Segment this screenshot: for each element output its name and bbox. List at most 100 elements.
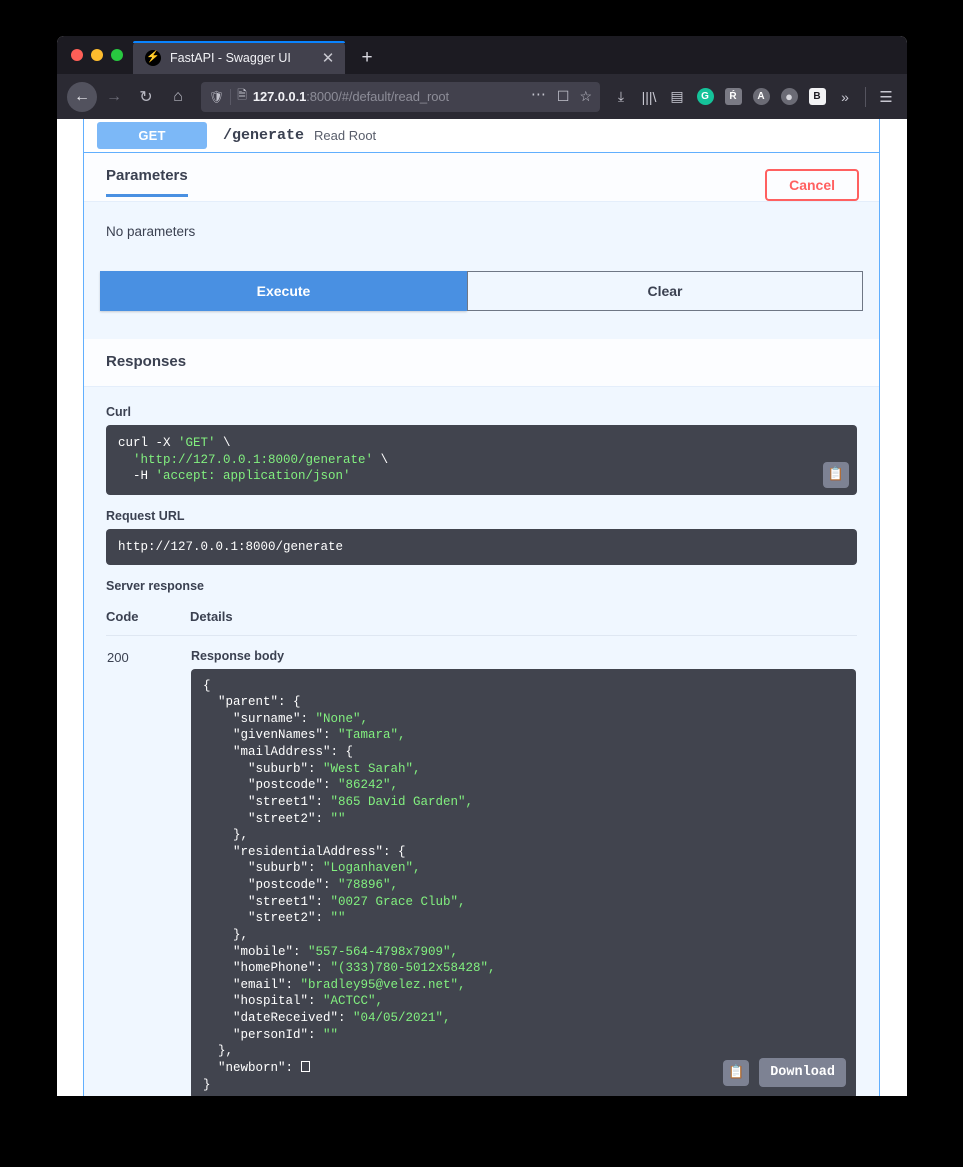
json-line: "givenNames": "Tamara", [203,728,406,743]
json-line: "street1": "865 David Garden", [203,794,474,809]
execute-clear-row: Execute Clear [84,239,879,339]
grammarly-extension-icon[interactable]: G [692,82,718,112]
json-line: }, [203,1044,234,1059]
responses-header: Responses [84,339,879,387]
operation-summary[interactable]: GET /generate Read Root [84,119,879,152]
copy-response-icon[interactable]: 📋 [723,1059,750,1086]
bookmark-star-icon[interactable]: ☆ [577,88,594,105]
column-header-code: Code [106,608,190,636]
sidebar-icon[interactable]: ▤ [664,82,690,112]
json-line: "street1": "0027 Grace Club", [203,894,466,909]
responses-body: Curl curl -X 'GET' \ 'http://127.0.0.1:8… [84,387,879,1096]
shield-icon[interactable]: 🛡 [209,90,224,104]
response-details-cell: Response body { "parent": { "surname": "… [190,635,857,1096]
download-button[interactable]: Download [759,1058,846,1088]
curl-cont-2: \ [373,452,389,467]
home-icon[interactable]: ⌂ [163,82,193,112]
curl-header-flag: -H [118,469,156,483]
responses-title: Responses [106,353,187,370]
new-tab-button[interactable]: + [353,41,381,74]
hamburger-menu-icon[interactable]: ☰ [873,82,899,112]
a-extension-icon[interactable]: A [748,82,774,112]
status-code-cell: 200 [106,635,190,1096]
minimize-window-button[interactable] [91,49,103,61]
response-body-actions: 📋 Download [723,1058,846,1088]
close-window-button[interactable] [71,49,83,61]
json-line: "suburb": "Loganhaven", [203,861,421,876]
server-response-label: Server response [106,578,204,593]
maximize-window-button[interactable] [111,49,123,61]
json-line: "mailAddress": { [203,745,354,759]
forward-icon[interactable]: → [99,82,129,112]
json-line: "residentialAddress": { [203,844,406,859]
r-badge: Ŕ [724,88,742,105]
overflow-chevron-icon[interactable]: » [832,82,858,112]
curl-prefix: curl -X [118,436,179,450]
circle-extension-icon[interactable]: ● [776,82,802,112]
page-actions-icon[interactable]: ⋯ [529,85,549,108]
bitwarden-badge: B [808,88,826,105]
back-icon[interactable]: ← [67,81,97,112]
table-header-row: Code Details [106,608,857,636]
browser-tab-title: FastAPI - Swagger UI [170,50,291,65]
json-line: "mobile": "557-564-4798x7909", [203,944,459,959]
curl-method: 'GET' [178,436,216,450]
operation-block-get-generate: GET /generate Read Root Parameters Cance… [83,119,880,1096]
table-row: 200 Response body { "parent": { "surname… [106,635,857,1096]
browser-tab[interactable]: ⚡ FastAPI - Swagger UI ✕ [133,41,345,74]
operation-body: Parameters Cancel No parameters Execute … [84,152,879,1096]
curl-label: Curl [106,405,131,419]
reader-mode-icon[interactable]: ☐ [555,88,572,105]
curl-header: 'accept: application/json' [155,469,351,483]
bitwarden-extension-icon[interactable]: B [804,82,830,112]
reload-icon[interactable]: ↻ [131,82,161,112]
clear-button[interactable]: Clear [467,271,863,311]
json-line: "hospital": "ACTCC", [203,994,384,1009]
json-line: "newborn": [203,1060,310,1075]
request-url-label: Request URL [106,508,185,523]
tab-strip: ⚡ FastAPI - Swagger UI ✕ + [57,36,907,74]
missing-glyph-icon [300,1060,310,1072]
json-line: "street2": "" [203,811,346,826]
json-line: } [203,1077,211,1092]
toolbar-divider [865,86,866,107]
page-info-icon[interactable]: 🗎 [237,86,247,107]
close-tab-icon[interactable]: ✕ [319,49,337,67]
json-line: "personId": "" [203,1027,339,1042]
http-method-badge: GET [97,122,207,149]
execute-button[interactable]: Execute [100,271,467,311]
json-line: "surname": "None", [203,711,369,726]
json-line: "postcode": "78896", [203,878,399,892]
response-body-json: { "parent": { "surname": "None", "givenN… [191,668,856,1096]
url-bar[interactable]: 🛡 🗎 127.0.0.1:8000/#/default/read_root ⋯… [201,81,600,112]
parameters-header: Parameters Cancel [84,153,879,201]
downloads-icon[interactable]: ⤓ [608,82,634,112]
window-traffic-lights [67,36,129,74]
column-header-details: Details [190,608,857,636]
a-badge: A [752,88,770,105]
no-parameters-text: No parameters [84,202,879,239]
curl-code-block: curl -X 'GET' \ 'http://127.0.0.1:8000/g… [106,425,857,495]
browser-nav-bar: ← → ↻ ⌂ 🛡 🗎 127.0.0.1:8000/#/default/rea… [57,74,907,119]
json-line: }, [203,828,249,843]
json-line: "homePhone": "(333)780-5012x58428", [203,961,496,976]
json-line: "dateReceived": "04/05/2021", [203,1011,451,1025]
cancel-button[interactable]: Cancel [765,169,859,201]
fastapi-favicon-icon: ⚡ [145,49,161,66]
json-line: "suburb": "West Sarah", [203,761,421,776]
json-line: { [203,678,211,693]
tab-parameters[interactable]: Parameters [106,167,188,197]
grammarly-badge: G [696,88,714,105]
copy-curl-icon[interactable]: 📋 [823,461,849,488]
json-line: "parent": { [203,695,301,710]
url-text: 127.0.0.1:8000/#/default/read_root [253,89,523,104]
json-line: "postcode": "86242", [203,778,399,793]
json-line: "email": "bradley95@velez.net", [203,977,466,992]
operation-path: /generate [223,127,305,144]
request-url-value: http://127.0.0.1:8000/generate [106,528,857,565]
page-content: GET /generate Read Root Parameters Cance… [57,119,907,1096]
json-line: }, [203,927,249,942]
url-host: 127.0.0.1 [252,89,307,104]
r-extension-icon[interactable]: Ŕ [720,82,746,112]
library-icon[interactable]: |||\ [636,82,662,112]
